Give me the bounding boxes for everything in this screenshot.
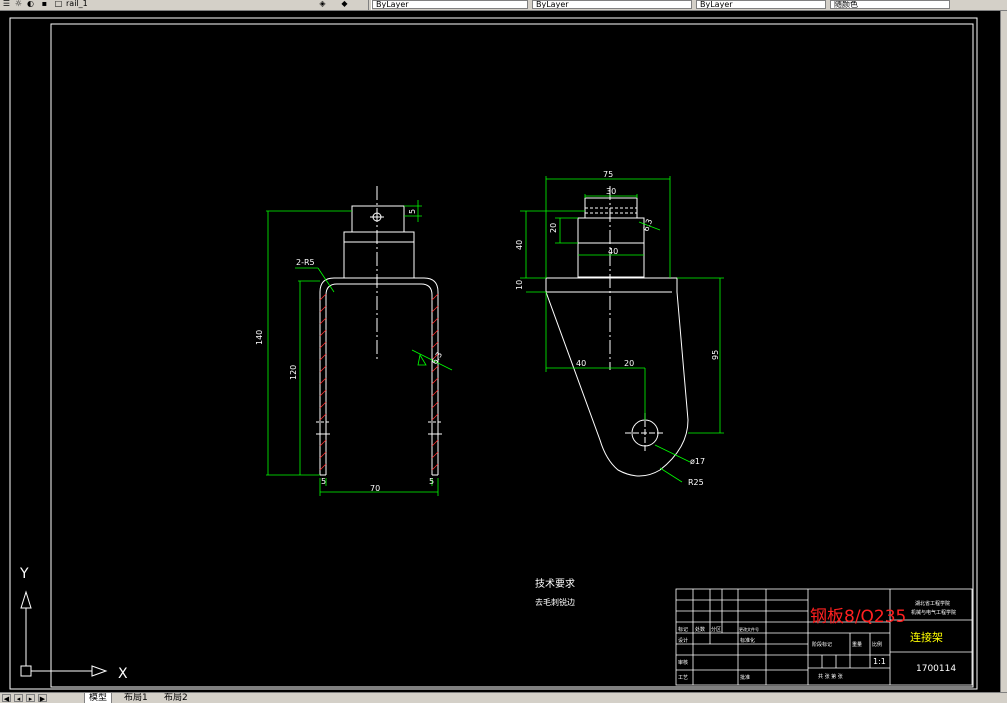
dim-hole-dia: ø17: [690, 457, 705, 466]
dim-40-step: 40: [608, 247, 618, 256]
prev-tab-icon[interactable]: ◂: [14, 694, 23, 703]
lock-icon[interactable]: ▪: [40, 0, 49, 8]
tb-sheet: 共 张 第 张: [818, 673, 843, 680]
material-text: 钢板8/Q235: [810, 607, 906, 627]
layer-prev-icon[interactable]: ◈: [318, 0, 327, 8]
title-block-text: 钢板8/Q235 湖北省工程学院 机械与电气工程学院 连接架 1700114 1…: [678, 600, 956, 681]
tb-process: 工艺: [678, 675, 688, 681]
tb-mark: 标记: [678, 626, 688, 633]
sun-icon[interactable]: ☼: [14, 0, 23, 8]
dim-5-right: 5: [429, 477, 434, 486]
cad-drawing: 140 120 70 5 5 2-R5 5 6.3 75 30 40 40 20…: [9, 17, 978, 690]
tb-count: 处数: [695, 626, 705, 633]
light-icon[interactable]: ◐: [26, 0, 35, 8]
dim-5-top: 5: [408, 209, 417, 214]
tb-design: 设计: [678, 637, 688, 644]
color-dropdown[interactable]: ByLayer: [372, 0, 528, 9]
dim-r25: R25: [688, 478, 704, 487]
side-dimensions: [266, 200, 453, 496]
outer-frame: [9, 17, 978, 690]
last-tab-icon[interactable]: ▶: [38, 694, 47, 703]
layer-state-icon[interactable]: ◆: [340, 0, 349, 8]
drawing-canvas[interactable]: 140 120 70 5 5 2-R5 5 6.3 75 30 40 40 20…: [0, 11, 1007, 692]
side-block: [343, 241, 415, 279]
part-name: 连接架: [910, 631, 943, 644]
next-tab-icon[interactable]: ▸: [26, 694, 35, 703]
notes-title: 技术要求: [535, 577, 575, 590]
dim-40-height: 40: [515, 240, 524, 250]
scale-value: 1:1: [873, 657, 886, 666]
front-dimensions: [520, 176, 724, 483]
inner-frame: [50, 23, 974, 688]
dim-120: 120: [289, 365, 298, 380]
ucs-y-label: Y: [19, 566, 29, 582]
plotstyle-dropdown[interactable]: 随颜色: [830, 0, 950, 9]
lineweight-dropdown[interactable]: ByLayer: [696, 0, 826, 9]
dim-2-r5: 2-R5: [296, 258, 315, 267]
side-hatch: [319, 293, 439, 471]
front-hub-mid: [577, 217, 645, 244]
layout-tabs: ◀ ◂ ▸ ▶ 模型 布局1 布局2: [0, 692, 1007, 703]
tb-zone: 分区: [711, 626, 721, 633]
school-name: 湖北省工程学院: [915, 600, 950, 607]
tb-change-doc: 更改文件号: [739, 626, 759, 632]
side-u-outer: [319, 277, 439, 475]
tb-weight: 重量: [852, 641, 862, 648]
tb-stage: 阶段标记: [812, 641, 832, 648]
linetype-dropdown[interactable]: ByLayer: [532, 0, 692, 9]
side-view: [316, 186, 442, 476]
tb-approve: 批准: [740, 674, 750, 681]
roughness-front: 6.3: [641, 218, 654, 233]
tech-notes: 技术要求 去毛刺锐边: [535, 577, 575, 607]
side-dim-text: 140 120 70 5 5 2-R5 5 6.3: [255, 209, 444, 493]
ucs-icon: [20, 590, 108, 677]
dim-70: 70: [370, 484, 380, 493]
current-layer-name[interactable]: rail_1: [66, 0, 88, 9]
side-hub-base: [343, 231, 415, 243]
dim-20-height: 20: [549, 223, 558, 233]
dim-75: 75: [603, 170, 613, 179]
tb-review: 审核: [678, 659, 688, 666]
layer-icon[interactable]: ☰: [2, 0, 11, 8]
dim-5-left: 5: [321, 477, 326, 486]
drawing-number: 1700114: [916, 664, 956, 674]
side-u-inner: [325, 283, 433, 475]
front-view: [545, 186, 689, 477]
tb-standard: 标准化: [740, 637, 755, 644]
color-square-icon[interactable]: □: [54, 0, 63, 8]
side-hub: [351, 205, 405, 233]
dim-140: 140: [255, 330, 264, 345]
ucs-x-label: X: [118, 666, 128, 682]
dim-10: 10: [515, 280, 524, 290]
notes-line-1: 去毛刺锐边: [535, 597, 575, 607]
dim-40-offset: 40: [576, 359, 586, 368]
dim-95: 95: [711, 350, 720, 360]
vertical-scrollbar[interactable]: [1000, 11, 1007, 692]
department-name: 机械与电气工程学院: [911, 609, 956, 616]
dim-20-offset: 20: [624, 359, 634, 368]
toolbar: ☰ ☼ ◐ ▪ □ rail_1 ◈ ◆ ByLayer ByLayer ByL…: [0, 0, 1007, 11]
tb-scale-label: 比例: [872, 641, 882, 648]
first-tab-icon[interactable]: ◀: [2, 694, 11, 703]
dim-30: 30: [606, 187, 616, 196]
front-plate: [545, 277, 689, 477]
